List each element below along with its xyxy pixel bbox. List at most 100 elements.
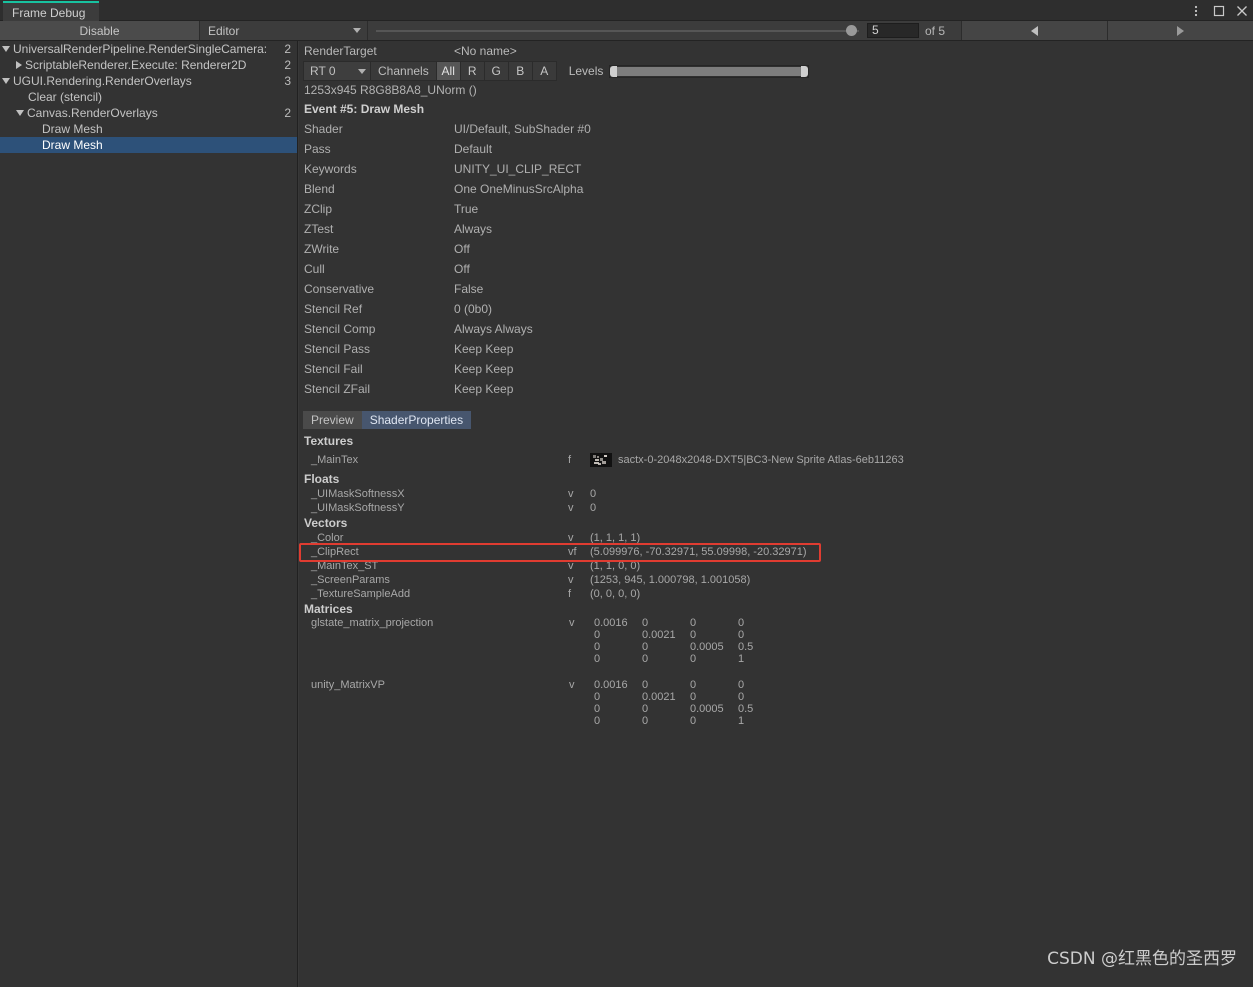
channel-button-g[interactable]: G: [485, 61, 509, 81]
arrow-left-icon: [1031, 26, 1038, 36]
event-slider[interactable]: [376, 24, 859, 38]
event-property-row: Stencil ZFail Keep Keep: [299, 379, 1253, 399]
prev-event-button[interactable]: [961, 21, 1107, 40]
matrix-cell: 0: [690, 715, 738, 727]
matrix-name: unity_MatrixVP: [311, 679, 561, 691]
event-property-row: Pass Default: [299, 139, 1253, 159]
maximize-icon[interactable]: [1212, 4, 1226, 18]
matrix-cell: 0: [690, 617, 738, 629]
event-tree-list: UniversalRenderPipeline.RenderSingleCame…: [0, 41, 297, 153]
tree-row[interactable]: UniversalRenderPipeline.RenderSingleCame…: [0, 41, 297, 57]
shader-property-kind: v: [568, 532, 590, 544]
matrix-cell: 1: [738, 715, 786, 727]
levels-range-fill: [615, 67, 803, 76]
event-property-row: Blend One OneMinusSrcAlpha: [299, 179, 1253, 199]
event-property-value: One OneMinusSrcAlpha: [454, 182, 583, 196]
channel-button-b[interactable]: B: [509, 61, 533, 81]
shader-property-kind: f: [568, 454, 590, 466]
tree-row[interactable]: UGUI.Rendering.RenderOverlays 3: [0, 73, 297, 89]
matrix-cell: 0: [594, 653, 642, 665]
event-index-input[interactable]: 5: [867, 23, 919, 38]
kebab-menu-icon[interactable]: [1189, 4, 1203, 18]
event-property-value: 0 (0b0): [454, 302, 492, 316]
texture-thumbnail[interactable]: [590, 453, 612, 467]
target-dropdown-label: Editor: [208, 24, 353, 38]
matrix-cell: 0: [594, 629, 642, 641]
event-property-key: ZTest: [304, 222, 454, 236]
event-property-value: UI/Default, SubShader #0: [454, 122, 591, 136]
matrix-cell: 0.5: [738, 703, 786, 715]
render-target-header: RenderTarget <No name>: [299, 41, 1253, 61]
channels-label: Channels: [371, 61, 437, 81]
tab-frame-debug[interactable]: Frame Debug: [3, 1, 99, 21]
foldout-open-icon[interactable]: [2, 46, 10, 52]
foldout-open-icon[interactable]: [2, 78, 10, 84]
shader-property-name: _MainTex: [304, 454, 568, 466]
matrix-cell: 0: [738, 679, 786, 691]
detail-tab-group: Preview ShaderProperties: [303, 411, 1253, 429]
target-dropdown[interactable]: Editor: [200, 21, 368, 40]
rt-select-label: RT 0: [310, 64, 358, 78]
event-property-key: Stencil Comp: [304, 322, 454, 336]
shader-property-value: (0, 0, 0, 0): [590, 588, 1253, 600]
event-property-value: Always: [454, 222, 492, 236]
event-property-key: ZWrite: [304, 242, 454, 256]
tree-row[interactable]: ScriptableRenderer.Execute: Renderer2D 2: [0, 57, 297, 73]
tree-row[interactable]: Draw Mesh: [0, 137, 297, 153]
section-floats-heading: Floats: [299, 471, 1253, 487]
tree-row-label: Draw Mesh: [42, 138, 269, 152]
shader-property-value: (1253, 945, 1.000798, 1.001058): [590, 574, 1253, 586]
matrix-cell: 0: [738, 691, 786, 703]
textures-list: _MainTex f sactx-0-2048x2048-DXT5|BC3-New …: [299, 449, 1253, 471]
disable-button[interactable]: Disable: [0, 21, 200, 40]
tree-row-label: Canvas.RenderOverlays: [27, 106, 269, 120]
levels-max-handle[interactable]: [801, 66, 808, 77]
event-property-key: ZClip: [304, 202, 454, 216]
matrix-cell: 0: [642, 703, 690, 715]
event-property-value: Always Always: [454, 322, 533, 336]
close-icon[interactable]: [1235, 4, 1249, 18]
event-property-key: Conservative: [304, 282, 454, 296]
event-property-key: Stencil Pass: [304, 342, 454, 356]
event-tree-panel[interactable]: UniversalRenderPipeline.RenderSingleCame…: [0, 41, 298, 987]
matrix-cell: 0: [690, 679, 738, 691]
channel-button-a[interactable]: A: [533, 61, 557, 81]
tree-row[interactable]: Draw Mesh: [0, 121, 297, 137]
event-property-row: Stencil Comp Always Always: [299, 319, 1253, 339]
tree-row-count: 2: [269, 58, 297, 72]
shader-property-name: _MainTex_ST: [304, 560, 568, 572]
matrix-property-row: unity_MatrixVP v 0.0016 0 0 0 0 0.0021 0 0 0 0 0.000…: [299, 679, 1253, 729]
foldout-open-icon[interactable]: [16, 110, 24, 116]
channel-button-group: All R G B A: [437, 61, 557, 81]
matrix-cell: 0: [642, 641, 690, 653]
event-property-row: Cull Off: [299, 259, 1253, 279]
tree-row-label: ScriptableRenderer.Execute: Renderer2D: [25, 58, 269, 72]
shader-property-name: _UIMaskSoftnessY: [304, 502, 568, 514]
vector-property-row: _ClipRect vf (5.099976, -70.32971, 55.0999…: [299, 545, 1253, 559]
levels-range-slider[interactable]: [609, 65, 809, 78]
shader-property-value: 0: [590, 488, 1253, 500]
event-property-row: ZTest Always: [299, 219, 1253, 239]
event-slider-knob[interactable]: [846, 25, 857, 36]
matrix-cell: 0: [642, 617, 690, 629]
vector-property-row: _TextureSampleAdd f (0, 0, 0, 0): [299, 587, 1253, 601]
rt-select-dropdown[interactable]: RT 0: [303, 61, 371, 81]
shader-property-value: sactx-0-2048x2048-DXT5|BC3-New Sprite At…: [618, 454, 1253, 466]
foldout-closed-icon[interactable]: [16, 61, 22, 69]
next-event-button[interactable]: [1107, 21, 1253, 40]
tab-preview[interactable]: Preview: [303, 411, 362, 429]
event-property-value: UNITY_UI_CLIP_RECT: [454, 162, 581, 176]
levels-min-handle[interactable]: [610, 66, 617, 77]
matrix-values-grid: 0.0016 0 0 0 0 0.0021 0 0 0 0 0.0005 0.5 0 0 0 1: [594, 617, 1253, 665]
channel-button-all[interactable]: All: [437, 61, 461, 81]
tree-row[interactable]: Clear (stencil): [0, 89, 297, 105]
event-property-row: ZClip True: [299, 199, 1253, 219]
float-property-row: _UIMaskSoftnessX v 0: [299, 487, 1253, 501]
tab-shaderproperties[interactable]: ShaderProperties: [362, 411, 471, 429]
channel-button-r[interactable]: R: [461, 61, 485, 81]
tree-row-count: 2: [269, 106, 297, 120]
matrix-values-grid: 0.0016 0 0 0 0 0.0021 0 0 0 0 0.0005 0.5 0 0 0 1: [594, 679, 1253, 727]
tree-row[interactable]: Canvas.RenderOverlays 2: [0, 105, 297, 121]
event-property-value: True: [454, 202, 478, 216]
section-textures-heading: Textures: [299, 433, 1253, 449]
